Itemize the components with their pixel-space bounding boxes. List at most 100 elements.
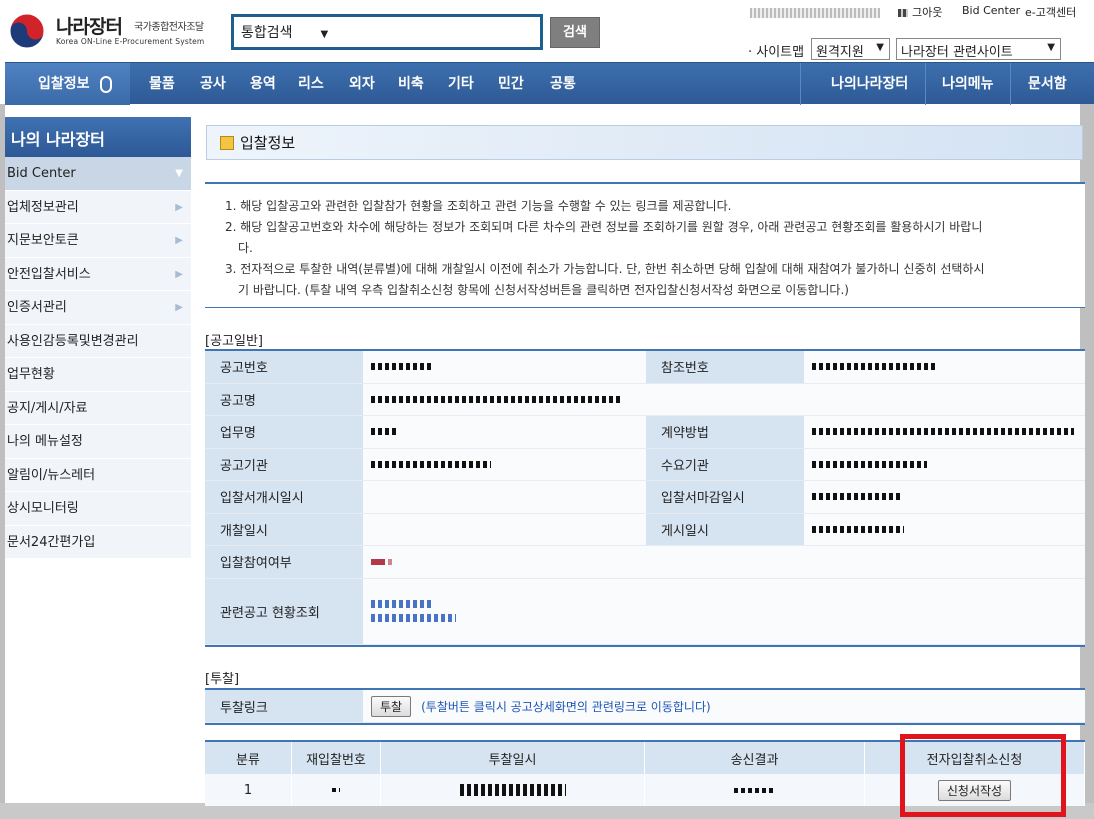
top-links-mask xyxy=(750,5,909,20)
value-related-lookup[interactable] xyxy=(363,578,1085,644)
value-participation xyxy=(363,546,1085,578)
label-notice-no: 공고번호 xyxy=(205,351,363,383)
label-participation: 입찰참여여부 xyxy=(205,546,363,578)
sidebar-title: 나의 나라장터 xyxy=(5,117,191,157)
value-notice-no xyxy=(363,351,646,383)
nav-bid-info[interactable]: 입찰정보 xyxy=(5,63,130,105)
notice-line: 기 바랍니다. (투찰 내역 우측 입찰취소신청 항목에 신청서작성버튼을 클릭… xyxy=(238,283,849,297)
cell-send-result xyxy=(645,774,865,806)
chevron-right-icon: ▶ xyxy=(175,235,183,246)
main-nav: 입찰정보 물품 공사 용역 리스 외자 비축 기타 민간 공통 나의나라장터 나… xyxy=(5,62,1094,105)
page-header: 입찰정보 xyxy=(206,125,1083,160)
col-bid-datetime: 투찰일시 xyxy=(381,742,645,774)
label-bid-close: 입찰서마감일시 xyxy=(646,481,804,513)
nav-divider xyxy=(1010,63,1011,105)
nav-common[interactable]: 공통 xyxy=(550,63,576,105)
value-opening xyxy=(363,513,646,545)
table-row: 공고번호 참조번호 xyxy=(205,351,1085,384)
nav-stockpile[interactable]: 비축 xyxy=(398,63,424,105)
search-scope-select[interactable]: 통합검색 ▼ xyxy=(241,22,328,42)
general-info-table: 공고번호 참조번호 공고명 업무명 계약방법 공고기관 수요기관 입찰서개시일시… xyxy=(205,349,1085,647)
sidebar-item-doc24-signup[interactable]: 문서24간편가입 xyxy=(5,525,191,559)
value-demand-org xyxy=(804,448,1085,480)
value-notice-org xyxy=(363,448,646,480)
label-bid-open-start: 입찰서개시일시 xyxy=(205,481,363,513)
search-input[interactable]: 통합검색 ▼ xyxy=(231,14,543,50)
chevron-down-icon: ▼ xyxy=(876,42,884,53)
related-sites-select[interactable]: 나라장터 관련사이트 ▼ xyxy=(896,38,1061,60)
nav-divider xyxy=(925,63,926,105)
value-notice-name xyxy=(363,383,1085,415)
cell-bid-datetime xyxy=(381,774,645,806)
notice-line: 3. 전자적으로 투찰한 내역(분류별)에 대해 개찰일시 이전에 취소가 가능… xyxy=(225,262,985,276)
label-contract-method: 계약방법 xyxy=(646,416,804,448)
page-title: 입찰정보 xyxy=(240,134,296,152)
sidebar: 나의 나라장터 Bid Center ▼ 업체정보관리 ▶ 지문보안토큰 ▶ 안전입찰… xyxy=(5,117,191,559)
table-row: 공고명 xyxy=(205,383,1085,416)
search-button[interactable]: 검색 xyxy=(550,17,600,48)
bid-center-link[interactable]: Bid Center xyxy=(962,4,1020,17)
label-related-lookup: 관련공고 현황조회 xyxy=(205,578,363,644)
chevron-right-icon: ▶ xyxy=(175,201,183,213)
nav-construction[interactable]: 공사 xyxy=(200,63,226,105)
sidebar-item-certificate[interactable]: 인증서관리 ▶ xyxy=(5,291,191,325)
section-general-label: [공고일반] xyxy=(205,334,263,349)
chevron-down-icon: ▼ xyxy=(175,168,183,179)
sidebar-item-work-status[interactable]: 업무현황 xyxy=(5,358,191,392)
chevron-down-icon: ▼ xyxy=(1047,42,1055,53)
nav-lease[interactable]: 리스 xyxy=(298,63,324,105)
value-bid-open-start xyxy=(363,481,646,513)
sidebar-item-newsletter[interactable]: 알림이/뉴스레터 xyxy=(5,458,191,492)
taegeuk-logo-icon xyxy=(9,13,45,49)
pencil-icon xyxy=(220,136,234,150)
sidebar-item-safe-bid[interactable]: 안전입찰서비스 ▶ xyxy=(5,257,191,291)
col-rebid-no: 재입찰번호 xyxy=(292,742,381,774)
bid-link-button[interactable]: 투찰 xyxy=(371,695,412,717)
bid-link-table: 투찰링크 투찰 (투찰버튼 클릭시 공고상세화면의 관련링크로 이동합니다) xyxy=(205,688,1085,725)
table-row: 업무명 계약방법 xyxy=(205,416,1085,449)
label-notice-org: 공고기관 xyxy=(205,448,363,480)
sidebar-item-my-menu-settings[interactable]: 나의 메뉴설정 xyxy=(5,425,191,459)
value-ref-no xyxy=(804,351,1085,383)
site-header: 나라장터 국가종합전자조달 Korea ON-Line E-Procuremen… xyxy=(0,0,1094,62)
nav-foreign[interactable]: 외자 xyxy=(349,63,375,105)
logo-title: 나라장터 xyxy=(56,16,123,38)
masked-text xyxy=(898,8,909,17)
sitemap-link[interactable]: · 사이트맵 xyxy=(748,41,804,60)
site-logo[interactable]: 나라장터 국가종합전자조달 Korea ON-Line E-Procuremen… xyxy=(6,10,221,52)
logout-link[interactable]: 그아웃 xyxy=(912,4,942,20)
sidebar-item-company-info[interactable]: 업체정보관리 ▶ xyxy=(5,190,191,224)
notice-box: 1. 해당 입찰공고와 관련한 입찰참가 현황을 조회하고 관련 기능을 수행할… xyxy=(205,182,1085,308)
nav-inbox[interactable]: 문서함 xyxy=(1028,63,1067,105)
value-task-name xyxy=(363,416,646,448)
remote-support-select[interactable]: 원격지원 ▼ xyxy=(811,38,890,60)
sidebar-item-bid-center[interactable]: Bid Center ▼ xyxy=(5,157,191,191)
logo-subtitle: 국가종합전자조달 xyxy=(134,22,204,33)
sidebar-item-fingerprint-token[interactable]: 지문보안토큰 ▶ xyxy=(5,224,191,258)
logo-english: Korea ON-Line E-Procurement System xyxy=(56,37,205,46)
mouse-icon xyxy=(99,75,112,93)
label-opening: 개찰일시 xyxy=(205,513,363,545)
customer-center-link[interactable]: e-고객센터 xyxy=(1025,4,1076,20)
cell-category: 1 xyxy=(205,774,292,806)
col-send-result: 송신결과 xyxy=(645,742,865,774)
nav-service[interactable]: 용역 xyxy=(250,63,276,105)
nav-private[interactable]: 민간 xyxy=(498,63,524,105)
sidebar-item-monitoring[interactable]: 상시모니터링 xyxy=(5,492,191,526)
label-posting: 게시일시 xyxy=(646,513,804,545)
nav-goods[interactable]: 물품 xyxy=(149,63,175,105)
table-row: 개찰일시 게시일시 xyxy=(205,513,1085,546)
sidebar-item-notice-board[interactable]: 공지/게시/자료 xyxy=(5,391,191,425)
sidebar-item-seal[interactable]: 사용인감등록및변경관리 xyxy=(5,324,191,358)
nav-my-narajangteo[interactable]: 나의나라장터 xyxy=(831,63,908,105)
nav-my-menu[interactable]: 나의메뉴 xyxy=(942,63,994,105)
label-bid-link: 투찰링크 xyxy=(205,690,363,722)
section-bid-label: [투찰] xyxy=(205,672,240,687)
table-row: 입찰서개시일시 입찰서마감일시 xyxy=(205,481,1085,514)
value-bid-link: 투찰 (투찰버튼 클릭시 공고상세화면의 관련링크로 이동합니다) xyxy=(363,690,1085,722)
value-posting xyxy=(804,513,1085,545)
table-row: 투찰링크 투찰 (투찰버튼 클릭시 공고상세화면의 관련링크로 이동합니다) xyxy=(205,690,1085,723)
notice-line: 1. 해당 입찰공고와 관련한 입찰참가 현황을 조회하고 관련 기능을 수행할… xyxy=(225,199,732,213)
notice-line: 2. 해당 입찰공고번호와 차수에 해당하는 정보가 조회되며 다른 차수의 관… xyxy=(225,220,983,234)
nav-etc[interactable]: 기타 xyxy=(448,63,474,105)
